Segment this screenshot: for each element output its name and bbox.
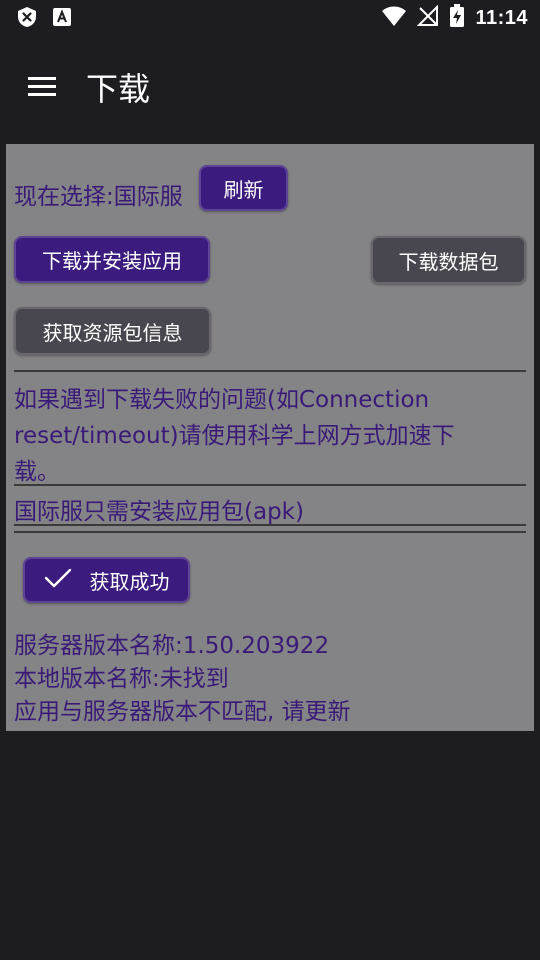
menu-icon[interactable] [22,66,62,106]
battery-charging-icon [449,4,465,32]
success-label: 获取成功 [89,569,170,594]
get-resource-info-label: 获取资源包信息 [42,320,183,345]
download-data-label: 下载数据包 [398,249,499,274]
divider [14,524,526,526]
status-time: 11:14 [475,6,528,29]
divider [14,370,526,372]
download-data-button[interactable]: 下载数据包 [371,236,526,284]
local-version-label: 本地版本名称:未找到 [14,666,229,692]
app-bar: 下载 [0,36,540,134]
notice-line-2: reset/timeout)请使用科学上网方式加速下 [14,423,455,449]
close-shield-icon [16,6,38,32]
version-mismatch-notice: 应用与服务器版本不匹配, 请更新 [14,699,351,725]
no-signal-icon [417,4,439,31]
download-panel: 现在选择:国际服 刷新 下载并安装应用 下载数据包 获取资源包信息 如果遇到下载… [6,144,534,731]
server-version-label: 服务器版本名称:1.50.203922 [14,633,330,659]
a-badge-icon [52,7,72,31]
refresh-button[interactable]: 刷新 [199,165,288,211]
divider [14,484,526,486]
download-install-button[interactable]: 下载并安装应用 [14,236,210,283]
wifi-icon [381,5,407,31]
apk-notice: 国际服只需安装应用包(apk) [14,499,304,525]
get-resource-info-button[interactable]: 获取资源包信息 [14,307,211,355]
download-install-label: 下载并安装应用 [42,249,182,273]
notice-line-1: 如果遇到下载失败的问题(如Connection [14,387,430,413]
divider [14,531,526,533]
success-button[interactable]: 获取成功 [23,557,190,603]
check-icon [44,567,72,594]
page-title: 下载 [86,70,151,108]
notice-line-3: 载。 [14,459,60,485]
refresh-button-label: 刷新 [223,177,264,202]
current-selection-label: 现在选择:国际服 [14,184,183,210]
status-bar: 11:14 [0,0,540,36]
